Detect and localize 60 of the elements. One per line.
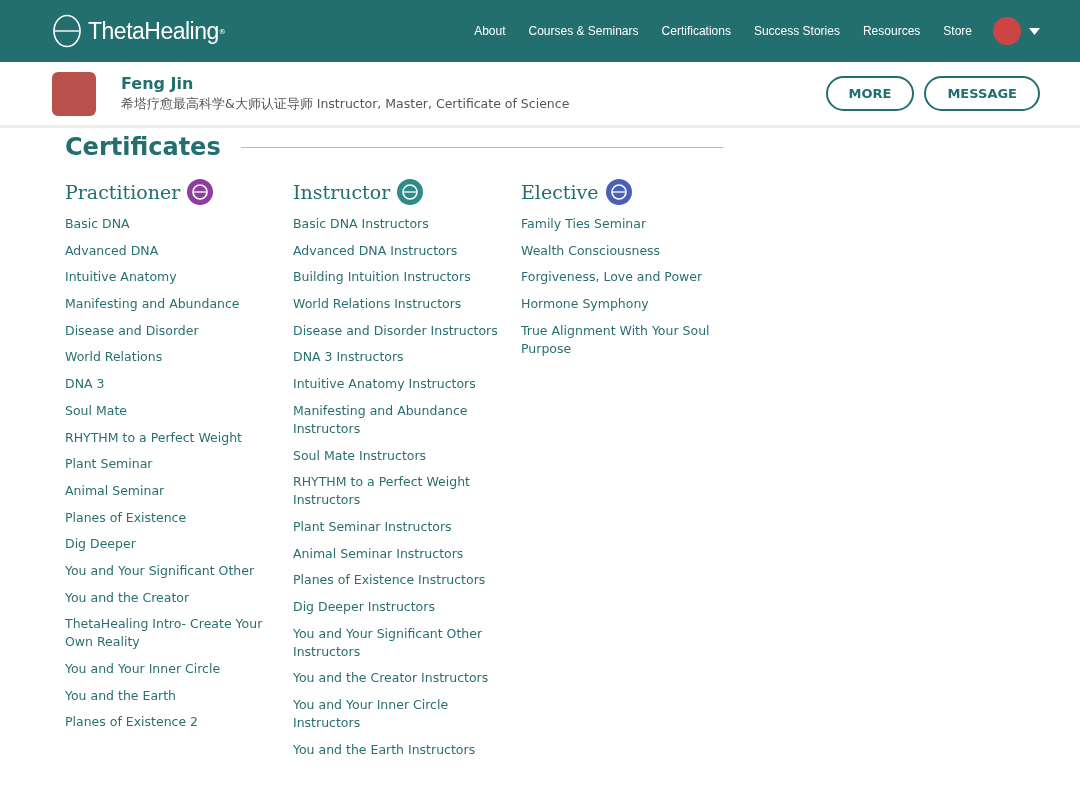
certificate-link[interactable]: Animal Seminar Instructors [293,544,498,563]
certificate-link[interactable]: Planes of Existence [65,508,270,527]
certificate-link[interactable]: You and Your Inner Circle [65,660,270,678]
certificate-link[interactable]: RHYTHM to a Perfect Weight [65,428,270,447]
certificate-link[interactable]: Basic DNA Instructors [293,215,498,233]
certificate-link[interactable]: You and the Earth [65,686,270,705]
profile-action-button[interactable]: MORE [825,76,915,111]
certificate-link[interactable]: You and the Creator [65,588,270,607]
certificate-link[interactable]: You and Your Inner Circle Instructors [293,696,498,732]
certificate-link[interactable]: Advanced DNA [65,241,270,260]
profile-action-button[interactable]: MESSAGE [924,76,1040,111]
certificate-link[interactable]: You and Your Significant Other Instructors [293,624,498,661]
certificate-link[interactable]: Intuitive Anatomy [65,268,270,287]
certificate-link[interactable]: Hormone Symphony [521,295,726,314]
certificate-link[interactable]: World Relations [65,348,270,367]
certificate-link[interactable]: Wealth Consciousness [521,241,726,260]
certificate-link[interactable]: DNA 3 [65,375,270,394]
certificate-link[interactable]: Intuitive Anatomy Instructors [293,375,498,394]
certificate-link[interactable]: Manifesting and Abundance Instructors [293,401,498,438]
certificate-link[interactable]: You and the Earth Instructors [293,740,498,759]
certificate-link[interactable]: You and Your Significant Other [65,561,270,580]
column-heading: Practitioner [65,181,181,203]
certificate-link[interactable]: World Relations Instructors [293,295,498,314]
nav-link[interactable]: Certifications [661,24,731,38]
certificate-link[interactable]: RHYTHM to a Perfect Weight Instructors [293,473,498,510]
profile-title: 希塔疗愈最高科学&大师认证导师 Instructor, Master, Certificate of Science [121,96,571,113]
theta-logo-icon[interactable] [52,14,82,48]
certificate-link[interactable]: You and the Creator Instructors [293,669,498,688]
certificate-link[interactable]: Basic DNA [65,215,270,233]
nav-link[interactable]: Success Stories [753,24,840,38]
nav-link[interactable]: Courses & Seminars [528,24,639,38]
profile-photo-placeholder [52,71,96,116]
certificate-link[interactable]: Dig Deeper [65,535,270,554]
nav-link[interactable]: About [474,24,506,38]
section-title: Certificates [65,133,221,161]
certificate-link[interactable]: ThetaHealing Intro- Create Your Own Reality [65,615,270,652]
certificate-link[interactable]: Soul Mate [65,401,270,420]
certificate-link[interactable]: Plant Seminar [65,455,270,474]
certificate-link[interactable]: Disease and Disorder Instructors [293,321,498,340]
logo-wordmark[interactable]: ThetaHealing [88,17,219,45]
certificate-link[interactable]: Disease and Disorder [65,321,270,340]
certificate-link[interactable]: Planes of Existence Instructors [293,571,498,590]
certificate-link[interactable]: Manifesting and Abundance [65,295,270,314]
certificate-link[interactable]: Family Ties Seminar [521,215,726,233]
certificate-link[interactable]: DNA 3 Instructors [293,348,498,367]
certificate-link[interactable]: Soul Mate Instructors [293,446,498,465]
certificate-link[interactable]: Dig Deeper Instructors [293,597,498,616]
certificate-link[interactable]: Forgiveness, Love and Power [521,268,726,287]
certificate-link[interactable]: Building Intuition Instructors [293,268,498,287]
caret-icon[interactable] [1029,27,1040,35]
certificate-link[interactable]: Animal Seminar [65,481,270,500]
certificate-link[interactable]: Advanced DNA Instructors [293,241,498,260]
profile-name: Feng Jin [121,74,195,93]
certificate-link[interactable]: Planes of Existence 2 [65,713,270,732]
certificate-link[interactable]: Plant Seminar Instructors [293,517,498,536]
certificate-link[interactable]: True Alignment With Your Soul Purpose [521,321,726,358]
column-heading: Instructor [293,181,391,203]
nav-link[interactable]: Store [943,24,972,38]
nav-link[interactable]: Resources [862,24,921,38]
column-heading: Elective [521,181,599,203]
